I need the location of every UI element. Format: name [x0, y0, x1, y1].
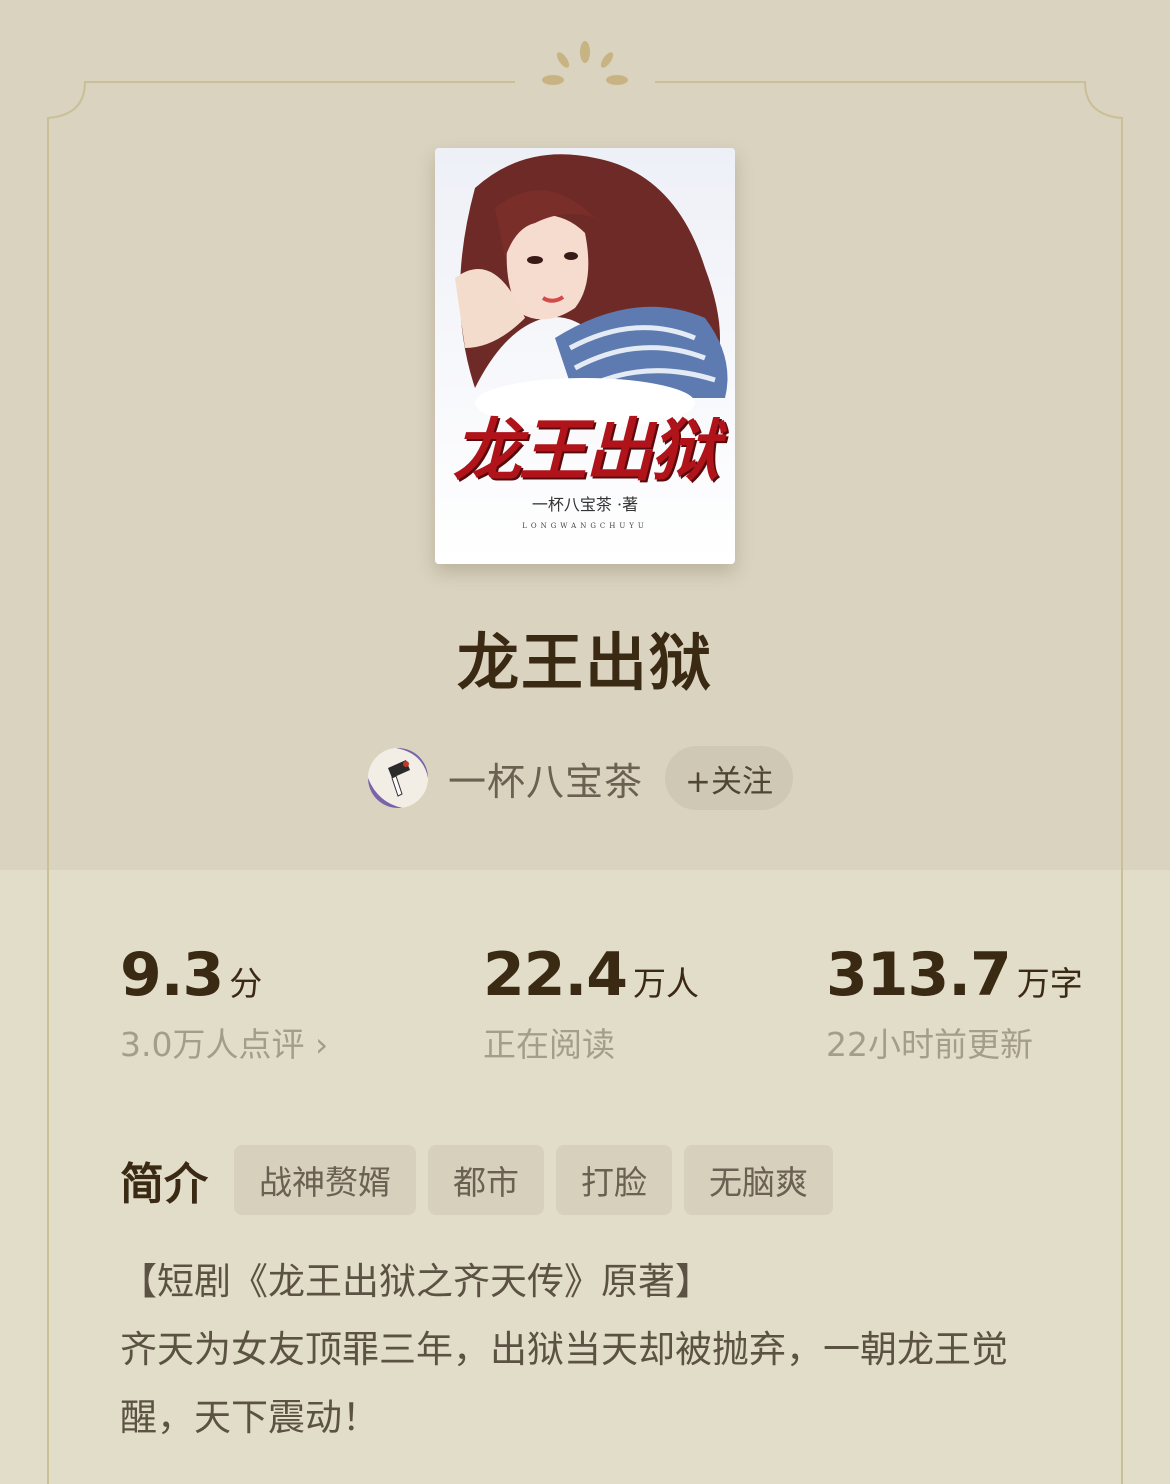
readers-label: 正在阅读 — [483, 1025, 615, 1064]
description-line-2: 齐天为女友顶罪三年，出狱当天却被抛弃，一朝龙王觉醒，天下震动！ — [120, 1328, 1008, 1439]
rating-count-link[interactable]: 3.0万人点评 › — [120, 1018, 328, 1066]
words-value: 313.7 — [826, 940, 1012, 1010]
cover-author-text: 一杯八宝茶 ·著 — [531, 495, 639, 514]
author-avatar[interactable] — [368, 748, 428, 808]
author-name[interactable]: 一杯八宝茶 — [448, 751, 643, 806]
rating-value: 9.3 — [120, 940, 224, 1010]
rating-unit: 分 — [229, 964, 263, 1003]
words-unit: 万字 — [1016, 964, 1083, 1003]
description-line-1: 【短剧《龙王出狱之齐天传》原著】 — [120, 1260, 712, 1303]
cover-pinyin-text: LONGWANGCHUYU — [522, 522, 648, 530]
readers-unit: 万人 — [633, 964, 700, 1003]
book-title: 龙王出狱 — [456, 626, 713, 699]
words-stat: 313.7 万字 22小时前更新 — [826, 940, 1083, 1066]
intro-header: 简介 战神赘婿 都市 打脸 无脑爽 — [120, 1145, 845, 1215]
cover-title-text: 龙王出狱 — [452, 411, 719, 491]
intro-label: 简介 — [120, 1159, 208, 1210]
readers-value: 22.4 — [483, 940, 628, 1010]
tag-dalian[interactable]: 打脸 — [556, 1145, 672, 1215]
tag-wunaoshuang[interactable]: 无脑爽 — [684, 1145, 833, 1215]
book-cover[interactable]: 龙王出狱 一杯八宝茶 ·著 LONGWANGCHUYU — [435, 148, 735, 564]
author-row: 一杯八宝茶 +关注 — [368, 746, 793, 810]
rating-stat[interactable]: 9.3 分 3.0万人点评 › — [120, 940, 328, 1066]
follow-button[interactable]: +关注 — [665, 746, 793, 810]
readers-stat: 22.4 万人 正在阅读 — [483, 940, 699, 1066]
update-time-label: 22小时前更新 — [826, 1025, 1033, 1064]
tag-dushi[interactable]: 都市 — [428, 1145, 544, 1215]
tag-zhanshen[interactable]: 战神赘婿 — [234, 1145, 416, 1215]
book-description[interactable]: 【短剧《龙王出狱之齐天传》原著】 齐天为女友顶罪三年，出狱当天却被抛弃，一朝龙王… — [120, 1248, 1055, 1452]
